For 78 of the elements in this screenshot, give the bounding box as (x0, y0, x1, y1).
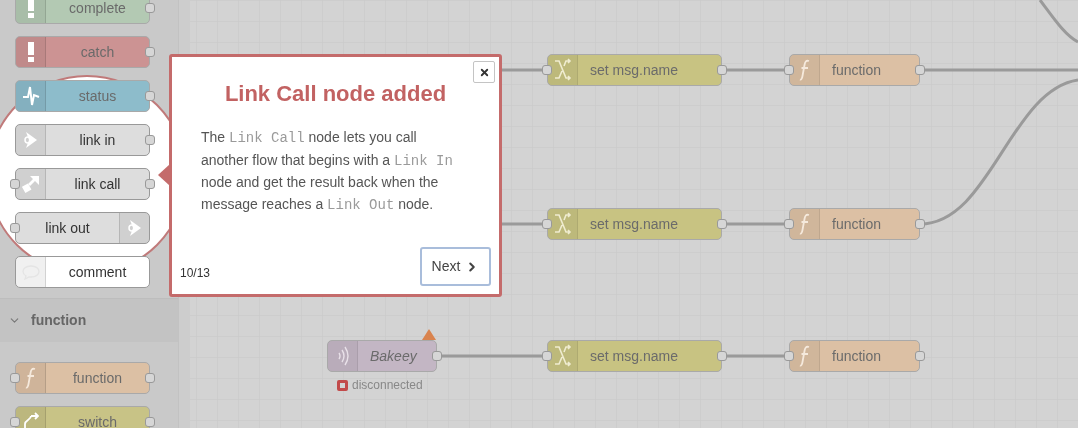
close-button[interactable] (473, 61, 495, 83)
close-icon (478, 66, 490, 78)
function-icon (798, 345, 811, 367)
node-label: set msg.name (589, 214, 678, 234)
flow-node[interactable]: set msg.name (547, 208, 722, 240)
port[interactable] (145, 3, 155, 13)
palette-node[interactable]: link in (15, 124, 150, 156)
port[interactable] (432, 351, 442, 361)
port[interactable] (784, 65, 794, 75)
node-label: comment (67, 262, 128, 282)
palette-node[interactable]: catch (15, 36, 150, 68)
node-label: Bakeey (369, 346, 417, 366)
shuffle-icon (553, 58, 572, 82)
node-label: function (831, 214, 882, 234)
flow-node[interactable]: function (789, 340, 920, 372)
next-button[interactable]: Next (420, 247, 491, 286)
palette-node[interactable]: status (15, 80, 150, 112)
port[interactable] (717, 65, 727, 75)
port[interactable] (915, 219, 925, 229)
function-icon (24, 367, 37, 389)
node-label: function (71, 368, 123, 388)
node-label: function (831, 346, 882, 366)
palette-node[interactable]: link call (15, 168, 150, 200)
category-header[interactable]: function (0, 298, 178, 342)
port[interactable] (145, 373, 155, 383)
step-counter: 10/13 (180, 265, 211, 282)
port[interactable] (784, 351, 794, 361)
node-label: switch (77, 412, 118, 428)
node-label: link call (73, 174, 122, 194)
port[interactable] (145, 135, 155, 145)
node-label: set msg.name (589, 60, 678, 80)
exclamation-icon (26, 42, 35, 62)
palette-node[interactable]: switch (15, 406, 150, 428)
status-ring-icon (337, 379, 348, 391)
flow-node[interactable]: function (789, 54, 920, 86)
palette-node[interactable]: comment (15, 256, 150, 288)
palette-node[interactable]: link out (15, 212, 150, 244)
popup-title: Link Call node added (223, 80, 448, 108)
shuffle-icon (553, 344, 572, 368)
link-call-icon (21, 174, 40, 194)
node-label: link out (44, 218, 91, 238)
function-icon (798, 59, 811, 81)
flow-node[interactable]: function (789, 208, 920, 240)
node-label: link in (78, 130, 117, 150)
flow-node[interactable]: set msg.name (547, 54, 722, 86)
node-label: set msg.name (589, 346, 678, 366)
exclamation-icon (26, 0, 35, 18)
node-label: status (77, 86, 118, 106)
link-arrow-icon (23, 131, 38, 149)
port[interactable] (784, 219, 794, 229)
node-status: disconnected (352, 377, 423, 394)
port[interactable] (145, 179, 155, 189)
port[interactable] (915, 351, 925, 361)
port[interactable] (717, 219, 727, 229)
port[interactable] (145, 47, 155, 57)
palette-node[interactable]: function (15, 362, 150, 394)
port[interactable] (717, 351, 727, 361)
port[interactable] (542, 351, 552, 361)
switch-icon (22, 412, 39, 428)
flow-node[interactable]: Bakeey (327, 340, 437, 372)
port[interactable] (915, 65, 925, 75)
port[interactable] (145, 417, 155, 427)
function-icon (798, 213, 811, 235)
popup-description: The Link Call node lets you call another flow that begins with a Link In node and get the result back when the message reaches a Link Out node. (201, 128, 454, 215)
wire (1038, 0, 1078, 44)
pulse-icon (21, 85, 40, 107)
node-label: catch (79, 42, 116, 62)
flow-node[interactable]: set msg.name (547, 340, 722, 372)
palette-node[interactable]: complete (15, 0, 150, 24)
link-arrow-icon (127, 219, 142, 237)
shuffle-icon (553, 212, 572, 236)
port[interactable] (542, 65, 552, 75)
port[interactable] (145, 91, 155, 101)
signal-waves-icon (336, 346, 349, 366)
port[interactable] (542, 219, 552, 229)
category-title: function (31, 311, 87, 330)
node-label: function (831, 60, 882, 80)
node-label: complete (68, 0, 127, 18)
